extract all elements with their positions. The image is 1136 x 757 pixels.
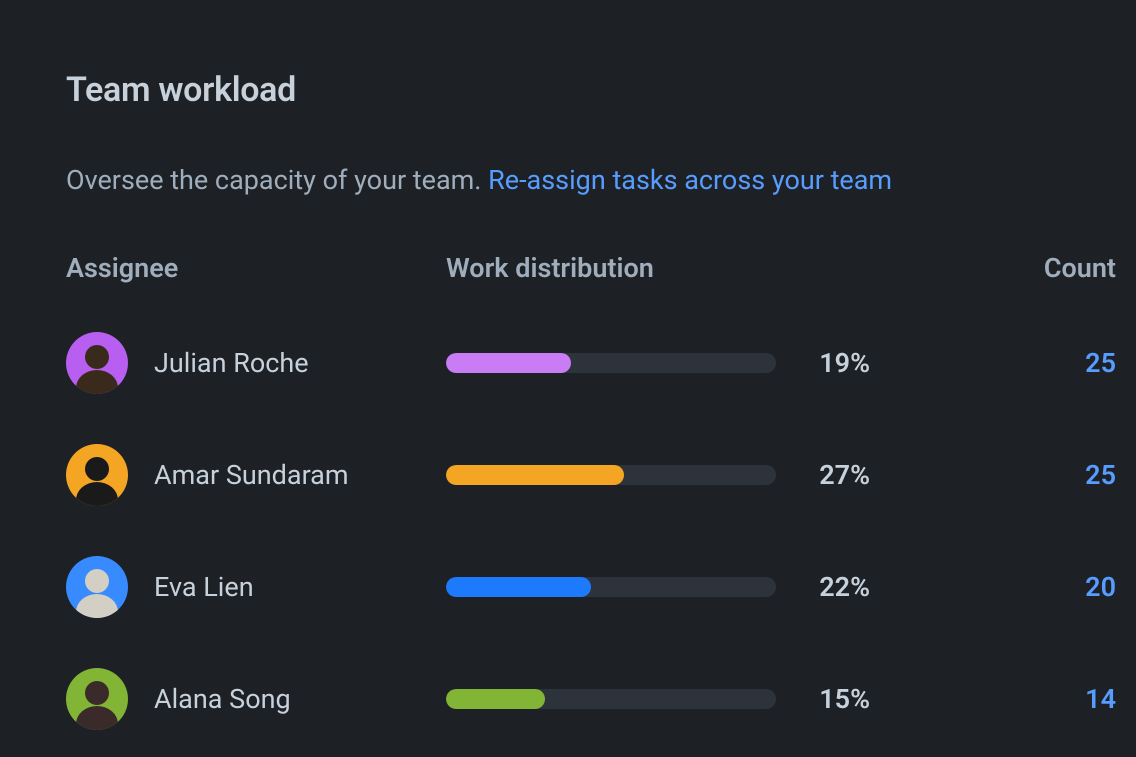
- table-body: Julian Roche19%25 Amar Sundaram27%25 Eva…: [66, 332, 1070, 730]
- table-row: Alana Song15%14: [66, 668, 1070, 730]
- panel-subtitle: Oversee the capacity of your team. Re-as…: [66, 164, 1070, 196]
- assignee-name: Eva Lien: [154, 571, 254, 603]
- work-percent: 15%: [786, 683, 876, 715]
- assignee-name: Julian Roche: [154, 347, 309, 379]
- count-link[interactable]: 20: [996, 571, 1116, 603]
- work-bar-track: [446, 353, 776, 373]
- work-percent: 19%: [786, 347, 876, 379]
- work-bar-fill: [446, 689, 545, 709]
- table-row: Amar Sundaram27%25: [66, 444, 1070, 506]
- avatar: [66, 332, 128, 394]
- assignee-cell: Alana Song: [66, 668, 446, 730]
- work-percent: 22%: [786, 571, 876, 603]
- avatar: [66, 668, 128, 730]
- workload-panel: Team workload Oversee the capacity of yo…: [0, 0, 1136, 730]
- assignee-cell: Julian Roche: [66, 332, 446, 394]
- table-header: Assignee Work distribution Count: [66, 252, 1070, 284]
- table-row: Eva Lien22%20: [66, 556, 1070, 618]
- work-bar-track: [446, 689, 776, 709]
- assignee-name: Alana Song: [154, 683, 291, 715]
- assignee-name: Amar Sundaram: [154, 459, 349, 491]
- reassign-link[interactable]: Re-assign tasks across your team: [488, 164, 892, 196]
- work-bar-fill: [446, 465, 624, 485]
- work-bar-track: [446, 465, 776, 485]
- count-link[interactable]: 25: [996, 459, 1116, 491]
- panel-title: Team workload: [66, 70, 1070, 110]
- assignee-cell: Amar Sundaram: [66, 444, 446, 506]
- assignee-cell: Eva Lien: [66, 556, 446, 618]
- avatar: [66, 444, 128, 506]
- col-assignee: Assignee: [66, 252, 446, 284]
- table-row: Julian Roche19%25: [66, 332, 1070, 394]
- col-work-distribution: Work distribution: [446, 252, 876, 284]
- work-bar-track: [446, 577, 776, 597]
- subtitle-text: Oversee the capacity of your team.: [66, 164, 488, 196]
- work-bar-fill: [446, 577, 591, 597]
- col-count: Count: [996, 252, 1116, 284]
- count-link[interactable]: 25: [996, 347, 1116, 379]
- count-link[interactable]: 14: [996, 683, 1116, 715]
- avatar: [66, 556, 128, 618]
- work-percent: 27%: [786, 459, 876, 491]
- work-bar-fill: [446, 353, 571, 373]
